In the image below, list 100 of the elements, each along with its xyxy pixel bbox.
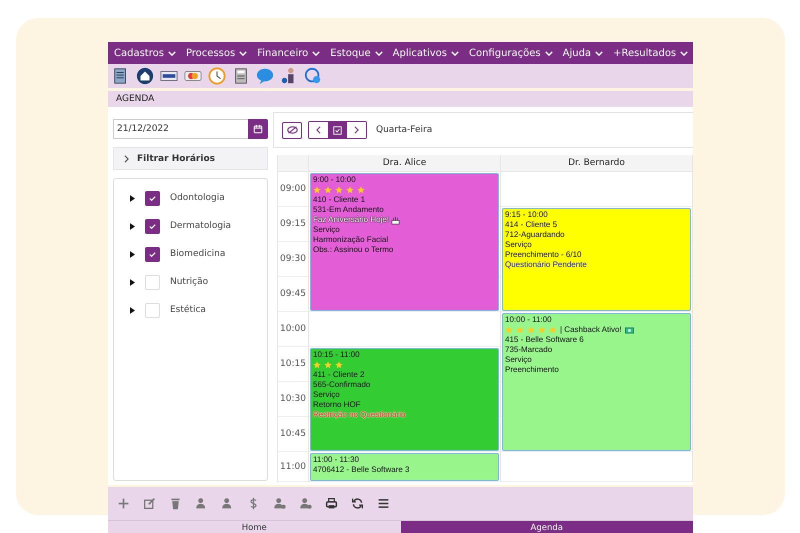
today-button[interactable] bbox=[328, 122, 347, 138]
caret-icon bbox=[544, 50, 553, 56]
appointment-card[interactable]: 10:00 - 11:00 | Cashback Ativo! 415 - Belle Software 6 735-Marcado Serviço Preenchimento bbox=[502, 313, 691, 451]
bottom-tab[interactable]: Home bbox=[108, 521, 400, 533]
appointment-time: 11:00 - 11:30 bbox=[313, 455, 359, 465]
trash-icon[interactable] bbox=[169, 497, 182, 510]
chevron-right-icon bbox=[354, 126, 359, 134]
appointment-card[interactable]: 9:00 - 10:00 410 - Cliente 1 531-Em Andamento Faz Aniversário Hoje! Serviço Harmonização Facial Obs.: Assinou o Termo bbox=[310, 173, 499, 311]
clock-icon[interactable] bbox=[208, 67, 226, 85]
column-header: Dr. Bernardo bbox=[568, 158, 625, 168]
appointment-detail: Obs.: Assinou o Termo bbox=[313, 245, 394, 255]
time-label: 09:45 bbox=[280, 289, 306, 299]
check-icon bbox=[148, 250, 157, 258]
check-icon bbox=[148, 222, 157, 230]
user-icon[interactable] bbox=[221, 497, 234, 510]
weekday-label: Quarta-Feira bbox=[376, 125, 432, 135]
appointment-detail: 411 - Cliente 2 bbox=[313, 370, 364, 380]
calendar-button[interactable] bbox=[248, 119, 268, 139]
edit-icon[interactable] bbox=[143, 497, 156, 510]
category-label: Estética bbox=[170, 305, 206, 315]
menu-item[interactable]: Processos bbox=[182, 48, 254, 58]
checkbox[interactable] bbox=[145, 190, 160, 206]
caret-icon bbox=[312, 50, 320, 56]
birthday-note: Faz Aniversário Hoje! bbox=[313, 215, 390, 225]
user-icon[interactable] bbox=[195, 497, 208, 510]
appointment-time: 9:00 - 10:00 bbox=[313, 175, 356, 185]
expand-icon[interactable] bbox=[130, 222, 135, 230]
caret-icon bbox=[450, 50, 459, 56]
caret-icon bbox=[680, 50, 688, 56]
plus-icon[interactable] bbox=[117, 497, 130, 510]
home-icon[interactable] bbox=[136, 67, 154, 85]
menu-item[interactable]: Financeiro bbox=[254, 48, 328, 58]
money-icon bbox=[624, 326, 634, 334]
expand-icon[interactable] bbox=[130, 250, 135, 258]
time-label: 09:00 bbox=[280, 184, 306, 194]
appointment-card[interactable]: 9:15 - 10:00 414 - Cliente 5 712-Aguardando Serviço Preenchimento - 6/10 Questionário Pendente bbox=[502, 208, 691, 311]
time-label: 09:15 bbox=[280, 219, 306, 229]
appointment-detail: Retorno HOF bbox=[313, 400, 361, 410]
cashback-note: | Cashback Ativo! bbox=[560, 325, 622, 335]
chevron-right-icon bbox=[124, 154, 129, 162]
appointment-detail: 712-Aguardando bbox=[505, 230, 565, 240]
calendar-icon bbox=[253, 124, 263, 134]
appointment-detail: 414 - Cliente 5 bbox=[505, 220, 558, 230]
hide-button[interactable] bbox=[282, 122, 302, 138]
caret-icon bbox=[374, 50, 383, 56]
appointment-detail: 565-Confirmado bbox=[313, 380, 370, 390]
menu-item[interactable]: Ajuda bbox=[560, 48, 610, 58]
menu-item[interactable]: Cadastros bbox=[111, 48, 183, 58]
category-label: Dermatologia bbox=[170, 221, 232, 231]
menu-item[interactable]: Configurações bbox=[466, 48, 560, 58]
time-label: 10:15 bbox=[280, 359, 306, 369]
time-label: 10:30 bbox=[280, 394, 306, 404]
appointment-detail: Serviço bbox=[505, 355, 532, 365]
checkbox[interactable] bbox=[145, 218, 160, 234]
menu-item[interactable]: +Resultados bbox=[610, 48, 696, 58]
check-icon bbox=[148, 194, 157, 202]
eye-slash-icon bbox=[286, 126, 298, 134]
appointment-time: 10:00 - 11:00 bbox=[505, 315, 552, 325]
appointment-card[interactable]: 10:15 - 11:00 411 - Cliente 2 565-Confirmado Serviço Retorno HOF Restrição no Questionário bbox=[310, 348, 499, 451]
expand-icon[interactable] bbox=[130, 278, 135, 286]
menu-item[interactable]: Aplicativos bbox=[390, 48, 466, 58]
appointment-detail: 410 - Cliente 1 bbox=[313, 195, 366, 205]
bottom-tab[interactable]: Agenda bbox=[400, 521, 693, 533]
cake-icon bbox=[391, 216, 400, 224]
time-label: 09:30 bbox=[280, 254, 306, 264]
print-icon[interactable] bbox=[325, 497, 338, 510]
calculator-icon[interactable] bbox=[232, 67, 250, 85]
appointment-detail: 4706412 - Belle Software 3 bbox=[313, 465, 410, 475]
appointment-detail: 531-Em Andamento bbox=[313, 205, 384, 215]
menu-item[interactable]: Estoque bbox=[327, 48, 390, 58]
time-label: 11:00 bbox=[280, 462, 306, 472]
appointment-time: 10:15 - 11:00 bbox=[313, 350, 360, 360]
expand-icon[interactable] bbox=[130, 306, 135, 314]
appointment-detail: Serviço bbox=[313, 390, 340, 400]
appointment-detail: Preenchimento - 6/10 bbox=[505, 250, 582, 260]
category-label: Odontologia bbox=[170, 193, 225, 203]
checkbox[interactable] bbox=[145, 246, 160, 262]
time-label: 10:45 bbox=[280, 429, 306, 439]
filter-toggle[interactable]: Filtrar Horários bbox=[113, 147, 268, 170]
notice-link[interactable]: Questionário Pendente bbox=[505, 260, 587, 270]
refresh-icon[interactable] bbox=[351, 497, 364, 510]
category-label: Nutrição bbox=[170, 277, 208, 287]
chat-bubble-icon[interactable] bbox=[256, 67, 274, 85]
date-field[interactable]: 21/12/2022 bbox=[113, 119, 248, 139]
expand-icon[interactable] bbox=[130, 194, 135, 202]
category-label: Biomedicina bbox=[170, 249, 226, 259]
alert-text: Restrição no Questionário bbox=[313, 410, 406, 420]
appointment-time: 9:15 - 10:00 bbox=[505, 210, 548, 220]
appointment-card[interactable]: 11:00 - 11:30 4706412 - Belle Software 3 bbox=[310, 453, 499, 481]
caret-icon bbox=[239, 50, 248, 56]
column-header: Dra. Alice bbox=[382, 158, 426, 168]
chevron-left-icon bbox=[316, 126, 321, 134]
time-label: 10:00 bbox=[280, 324, 306, 334]
appointment-detail: Serviço bbox=[505, 240, 532, 250]
appointment-detail: Serviço bbox=[313, 225, 340, 235]
caret-icon bbox=[168, 50, 176, 56]
menu-icon[interactable] bbox=[377, 497, 390, 510]
caret-icon bbox=[595, 50, 604, 56]
calendar-check-icon bbox=[333, 126, 342, 134]
appointment-detail: 415 - Belle Software 6 bbox=[505, 335, 584, 345]
